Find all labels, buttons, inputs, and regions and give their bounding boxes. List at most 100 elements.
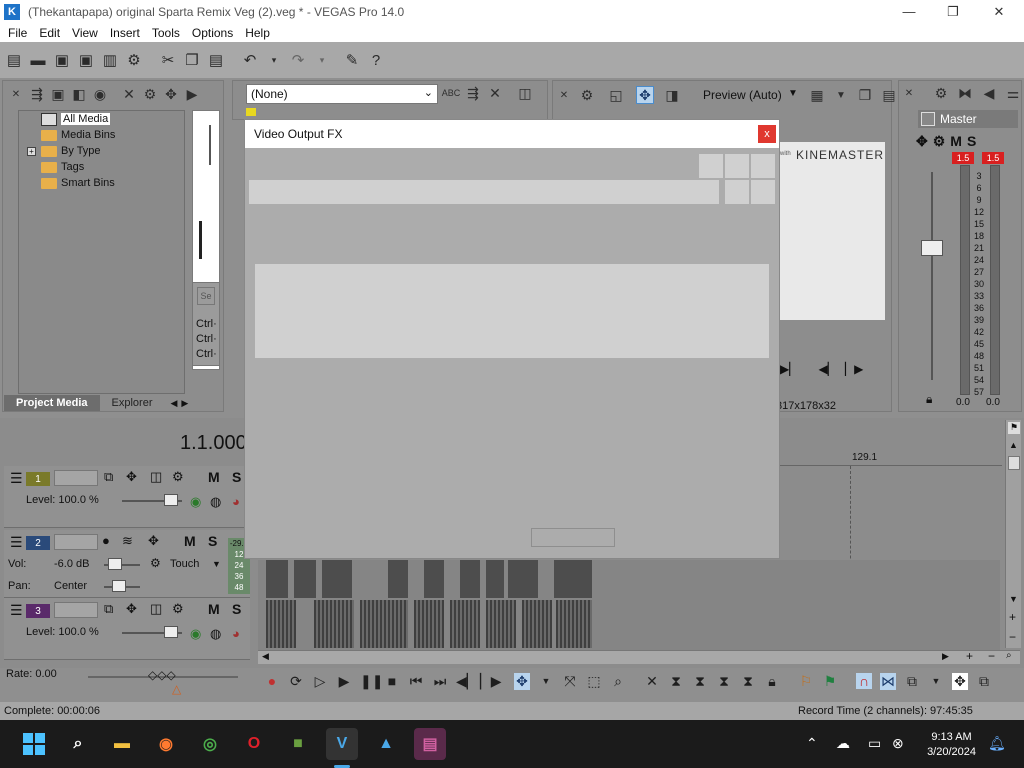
panel-close-icon[interactable]: ✕ — [7, 85, 25, 103]
undo-history-icon[interactable]: ▾ — [264, 50, 284, 70]
region-icon[interactable]: ⚑ — [822, 673, 838, 690]
chevron-down-icon[interactable]: ▼ — [832, 86, 850, 104]
copy-icon[interactable]: ❐ — [182, 50, 202, 70]
loop-icon[interactable]: ⟳ — [288, 673, 304, 690]
audio-clip[interactable] — [460, 560, 480, 598]
tab-scroll-right-icon[interactable]: ▶ — [181, 398, 188, 409]
menu-tools[interactable]: Tools — [146, 26, 186, 40]
trim-start-icon[interactable]: ⧗ — [692, 673, 708, 690]
solo-button[interactable]: S — [232, 601, 241, 617]
collapse-icon[interactable]: ☰ — [10, 470, 23, 487]
track-header-1[interactable]: ☰ 1 ⧉ ✥ ◫ ⚙ M S Level: 100.0 % ◉ ◍ ◕ — [4, 466, 250, 528]
auto-ripple-icon[interactable]: ⧉ — [904, 673, 920, 690]
media-fx-icon[interactable]: ⚙ — [141, 85, 159, 103]
cloud-icon[interactable]: ☁ — [836, 735, 850, 752]
notification-bell-icon[interactable]: 🔔︎ — [988, 735, 1006, 752]
zoom-tool-icon[interactable]: ⌕ — [1006, 650, 1012, 661]
menu-help[interactable]: Help — [239, 26, 276, 40]
photos-icon[interactable]: ▲ — [370, 728, 402, 760]
close-button[interactable]: ✕ — [976, 0, 1022, 23]
remove-media-icon[interactable]: ✕ — [120, 85, 138, 103]
web-icon[interactable]: ◉ — [91, 85, 109, 103]
next-frame-icon[interactable]: ▏▶ — [480, 673, 502, 690]
normal-edit-tool-icon[interactable]: ✥ — [514, 672, 530, 690]
mute-button[interactable]: M — [950, 133, 962, 150]
split-screen-icon[interactable]: ◨ — [663, 86, 681, 104]
audio-clip[interactable] — [294, 560, 316, 598]
panel-close-icon[interactable]: ✕ — [900, 84, 918, 102]
dialog-save-preset-button[interactable] — [725, 180, 749, 204]
move-icon[interactable]: ✥ — [162, 85, 180, 103]
master-fader-thumb[interactable] — [921, 240, 943, 256]
tree-item-media-bins[interactable]: Media Bins — [41, 127, 115, 143]
tree-item-smart-bins[interactable]: Smart Bins — [41, 175, 115, 191]
marker-icon[interactable]: ⚐ — [798, 673, 814, 690]
trim-icon[interactable]: ⧗ — [668, 673, 684, 690]
menu-options[interactable]: Options — [186, 26, 239, 40]
lock-envelopes-icon[interactable]: ✥ — [952, 672, 968, 690]
track-header-2[interactable]: ☰ 2 ● ≋ ✥ M S Vol: -6.0 dB ⚙ Touch ▼ Pan… — [4, 530, 250, 598]
scroll-thumb[interactable] — [1008, 456, 1020, 470]
compositing-icon[interactable]: ⧉ — [104, 469, 113, 485]
delete-icon[interactable]: ✕ — [644, 673, 660, 690]
track-name-field[interactable] — [54, 534, 98, 550]
video-clip[interactable] — [522, 600, 552, 648]
video-editor-icon[interactable]: ▤ — [414, 728, 446, 760]
scroll-left-icon[interactable]: ◀ — [262, 651, 269, 662]
render-icon[interactable]: ▥ — [100, 50, 120, 70]
menu-file[interactable]: File — [2, 26, 33, 40]
file-explorer-icon[interactable]: ▬ — [106, 728, 138, 760]
search-icon[interactable]: ⌕ — [62, 728, 94, 760]
chevron-down-icon[interactable]: ▼ — [538, 676, 554, 686]
color-icon[interactable]: ◕ — [232, 626, 240, 641]
opera-icon[interactable]: O — [238, 728, 270, 760]
fx-preset-select[interactable]: (None) ⌄ — [246, 84, 438, 104]
collapse-icon[interactable]: ☰ — [10, 602, 23, 619]
volume-slider-thumb[interactable] — [108, 558, 122, 570]
get-media-icon[interactable]: ◧ — [70, 85, 88, 103]
tab-project-media[interactable]: Project Media — [4, 395, 100, 411]
go-to-start-icon[interactable]: ⏮︎ — [408, 673, 424, 690]
play-icon[interactable]: ▶ — [336, 673, 352, 690]
preview-quality-dropdown[interactable]: Preview (Auto) — [703, 88, 782, 102]
snapping-icon[interactable]: ∩ — [856, 673, 872, 689]
timeline-vertical-scrollbar[interactable]: ⚑ ▲ ▼ + − — [1005, 420, 1021, 648]
plugin-chain-icon[interactable]: ⇶ — [464, 84, 482, 102]
show-hidden-icons-icon[interactable]: ⌃ — [806, 735, 818, 752]
track-name-field[interactable] — [54, 470, 98, 486]
next-frame-icon[interactable]: ▏▶ — [845, 362, 863, 376]
zoom-tool-icon[interactable]: ⌕ — [610, 673, 626, 690]
selection-tool-icon[interactable]: ⬚ — [586, 673, 602, 690]
ignore-grouping-icon[interactable]: ⧉ — [976, 673, 992, 690]
clock[interactable]: 9:13 AM 3/20/2024 — [927, 730, 976, 760]
capture-video-icon[interactable]: ▣ — [49, 85, 67, 103]
remove-fx-icon[interactable]: ✕ — [486, 84, 504, 102]
prev-frame-icon[interactable]: ◀▏ — [456, 673, 478, 690]
save-as-icon[interactable]: ▣ — [76, 50, 96, 70]
chevron-down-icon[interactable]: ▼ — [788, 88, 798, 99]
audio-clip[interactable] — [388, 560, 408, 598]
chevron-down-icon[interactable]: ▼ — [212, 559, 221, 569]
track-settings-icon[interactable]: ⚙ — [172, 469, 184, 485]
properties-icon[interactable]: ⚙ — [124, 50, 144, 70]
zoom-out-icon[interactable]: − — [1009, 630, 1016, 644]
rate-thumb-icon[interactable]: ◇◇◇ — [148, 668, 176, 682]
chrome-icon[interactable]: ◎ — [194, 728, 226, 760]
mute-button[interactable]: M — [184, 533, 196, 549]
copy-snapshot-icon[interactable]: ❐ — [856, 86, 874, 104]
video-clip[interactable] — [266, 600, 296, 648]
solo-button[interactable]: S — [232, 469, 241, 485]
cut-icon[interactable]: ✂ — [158, 50, 178, 70]
record-icon[interactable]: ● — [264, 673, 280, 689]
grid-overlay-icon[interactable]: ▦ — [808, 86, 826, 104]
pan-crop-icon[interactable]: ◍ — [210, 626, 221, 642]
move-icon[interactable]: ✥ — [916, 133, 928, 150]
play-from-start-icon[interactable]: ▷ — [312, 673, 328, 690]
pan-slider-thumb[interactable] — [112, 580, 126, 592]
track-settings-icon[interactable]: ⚙ — [172, 601, 184, 617]
lock-icon[interactable]: 🔒︎ — [764, 673, 780, 690]
color-icon[interactable]: ◕ — [232, 494, 240, 509]
open-folder-icon[interactable]: ▬ — [28, 50, 48, 70]
zoom-in-icon[interactable]: + — [1009, 610, 1016, 624]
solo-button[interactable]: S — [208, 533, 217, 549]
